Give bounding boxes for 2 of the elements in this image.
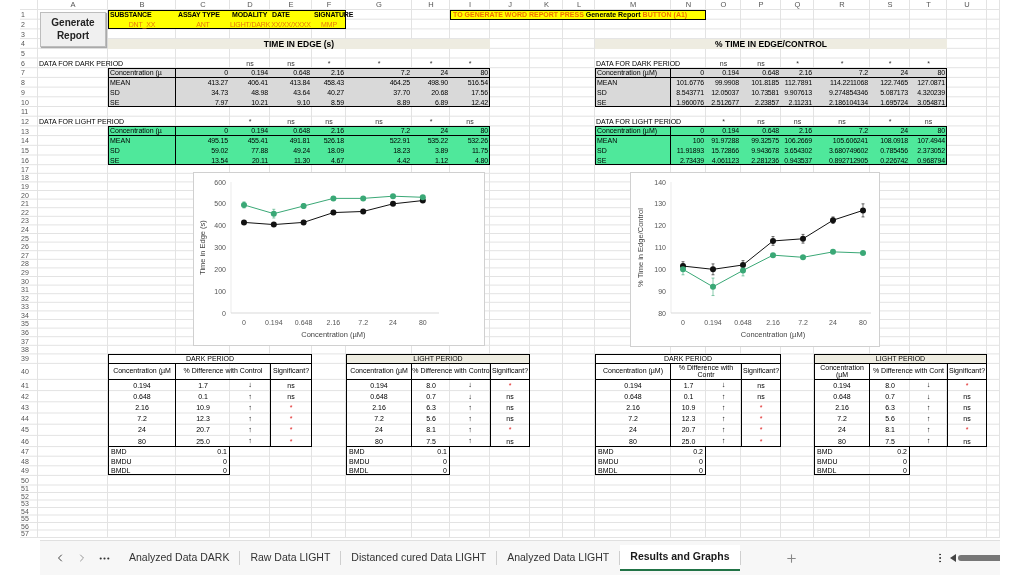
section-title: TIME IN EDGE (s) <box>108 39 490 49</box>
section-title: % TIME IN EDGE/CONTROL <box>595 39 947 49</box>
